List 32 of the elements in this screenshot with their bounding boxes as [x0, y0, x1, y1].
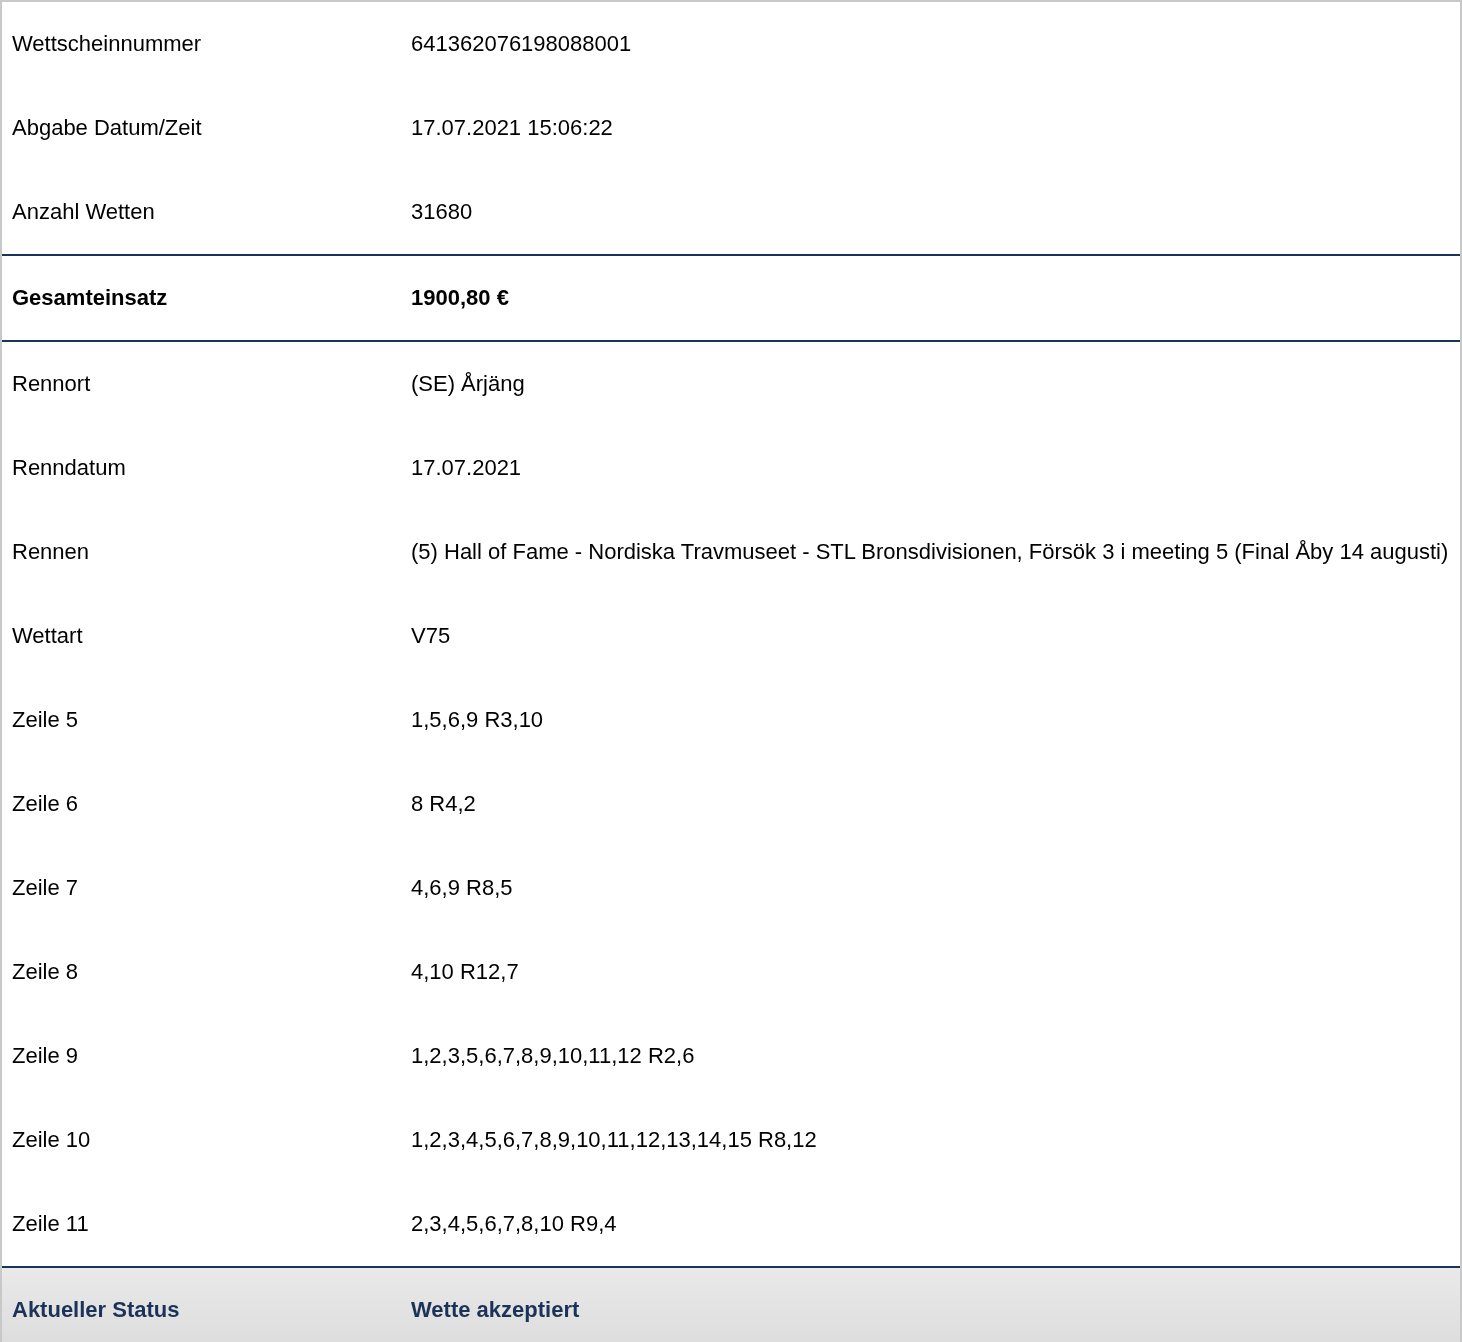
field-value: 4,10 R12,7 — [411, 958, 520, 986]
status-value: Wette akzeptiert — [411, 1296, 581, 1324]
field-value: 17.07.2021 15:06:22 — [411, 114, 614, 142]
field-label: Rennort — [12, 370, 92, 398]
field-label: Gesamteinsatz — [12, 284, 169, 312]
field-label: Zeile 9 — [12, 1042, 80, 1070]
field-value: 1,2,3,4,5,6,7,8,9,10,11,12,13,14,15 R8,12 — [411, 1126, 818, 1154]
field-value: V75 — [411, 622, 452, 650]
field-label: Wettart — [12, 622, 84, 650]
field-value: 4,6,9 R8,5 — [411, 874, 514, 902]
field-value: 1,2,3,5,6,7,8,9,10,11,12 R2,6 — [411, 1042, 696, 1070]
field-value: 31680 — [411, 198, 474, 226]
field-value: (5) Hall of Fame - Nordiska Travmuseet - STL Bronsdivisionen, Försök 3 i meeting 5 (Final Åby 14 augusti) — [411, 538, 1450, 566]
field-label: Zeile 7 — [12, 874, 80, 902]
field-label: Zeile 8 — [12, 958, 80, 986]
field-value: 641362076198088001 — [411, 30, 633, 58]
field-label: Zeile 6 — [12, 790, 80, 818]
field-value: 1,5,6,9 R3,10 — [411, 706, 545, 734]
field-label: Wettscheinnummer — [12, 30, 203, 58]
field-label: Anzahl Wetten — [12, 198, 156, 226]
field-label: Zeile 10 — [12, 1126, 92, 1154]
field-label: Zeile 5 — [12, 706, 80, 734]
field-label: Renndatum — [12, 454, 127, 482]
field-label: Rennen — [12, 538, 91, 566]
field-value: 17.07.2021 — [411, 454, 523, 482]
field-label: Abgabe Datum/Zeit — [12, 114, 203, 142]
field-value: 2,3,4,5,6,7,8,10 R9,4 — [411, 1210, 618, 1238]
field-value: 1900,80 € — [411, 284, 510, 312]
field-value: (SE) Årjäng — [411, 370, 526, 398]
status-label: Aktueller Status — [12, 1296, 181, 1324]
field-value: 8 R4,2 — [411, 790, 477, 818]
field-label: Zeile 11 — [12, 1210, 90, 1238]
